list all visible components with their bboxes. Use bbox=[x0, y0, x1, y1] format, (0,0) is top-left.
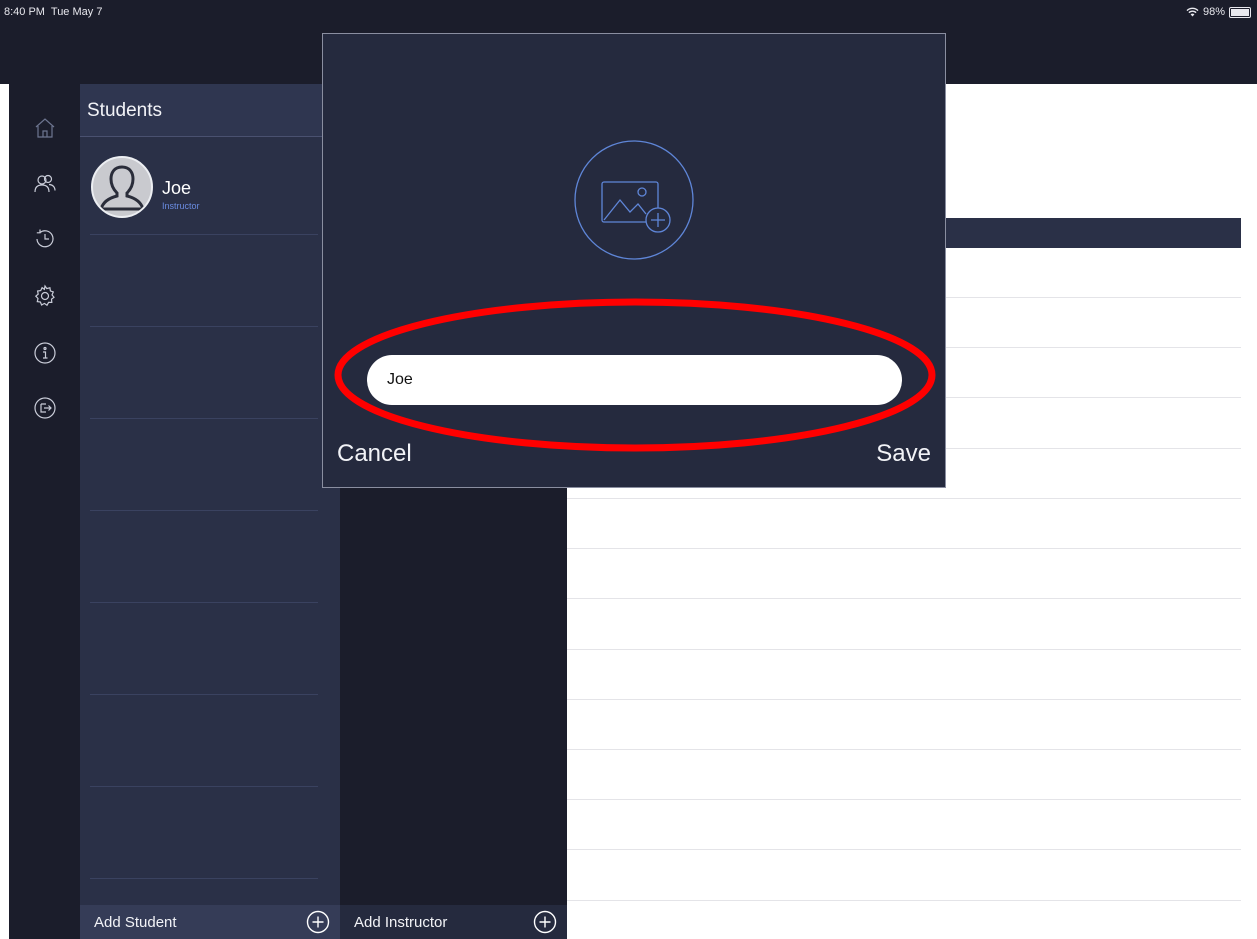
edit-name-dialog: Cancel Save bbox=[322, 33, 946, 488]
list-divider bbox=[90, 510, 318, 511]
list-divider bbox=[90, 418, 318, 419]
student-role: Instructor bbox=[162, 201, 200, 211]
students-title: Students bbox=[87, 100, 162, 121]
battery-icon bbox=[1229, 6, 1251, 18]
battery-fill bbox=[1231, 8, 1249, 16]
save-button[interactable]: Save bbox=[876, 440, 931, 468]
main-row-divider bbox=[567, 548, 1241, 549]
add-photo-icon bbox=[574, 140, 694, 260]
status-indicators: 98% bbox=[1186, 6, 1251, 18]
cancel-button[interactable]: Cancel bbox=[337, 440, 412, 468]
main-row-divider bbox=[567, 598, 1241, 599]
gear-icon[interactable] bbox=[33, 284, 57, 308]
students-panel: Students Joe Instructor bbox=[80, 84, 340, 939]
main-row-divider bbox=[567, 498, 1241, 499]
main-row-divider bbox=[567, 849, 1241, 850]
status-time: 8:40 PM Tue May 7 bbox=[4, 6, 103, 18]
list-item[interactable]: Joe Instructor bbox=[80, 138, 340, 234]
main-row-divider bbox=[567, 699, 1241, 700]
home-icon[interactable] bbox=[33, 116, 57, 140]
list-divider bbox=[90, 602, 318, 603]
info-icon[interactable] bbox=[33, 341, 57, 365]
battery-percent: 98% bbox=[1202, 6, 1225, 18]
avatar bbox=[91, 156, 153, 218]
add-student-button[interactable] bbox=[306, 910, 330, 934]
list-divider bbox=[90, 694, 318, 695]
add-photo-button[interactable] bbox=[574, 140, 694, 260]
add-instructor-button[interactable] bbox=[533, 910, 557, 934]
nav-rail bbox=[9, 84, 80, 939]
list-divider bbox=[90, 786, 318, 787]
person-icon bbox=[99, 165, 145, 211]
main-row-divider bbox=[567, 799, 1241, 800]
logout-icon[interactable] bbox=[33, 396, 57, 420]
name-field[interactable] bbox=[367, 355, 902, 405]
list-divider bbox=[90, 878, 318, 879]
main-row-divider bbox=[567, 900, 1241, 901]
list-divider bbox=[90, 234, 318, 235]
main-row-divider bbox=[567, 749, 1241, 750]
users-icon[interactable] bbox=[33, 172, 57, 196]
add-instructor-bar[interactable]: Add Instructor bbox=[340, 905, 567, 939]
add-student-bar[interactable]: Add Student bbox=[80, 905, 340, 939]
students-header: Students bbox=[80, 84, 340, 137]
student-name: Joe bbox=[162, 178, 192, 198]
history-icon[interactable] bbox=[33, 227, 57, 251]
list-divider bbox=[90, 326, 318, 327]
wifi-icon bbox=[1186, 7, 1199, 17]
add-student-label: Add Student bbox=[94, 913, 177, 931]
main-header-stripe bbox=[946, 218, 1241, 248]
add-instructor-label: Add Instructor bbox=[354, 913, 448, 931]
main-row-divider bbox=[567, 649, 1241, 650]
